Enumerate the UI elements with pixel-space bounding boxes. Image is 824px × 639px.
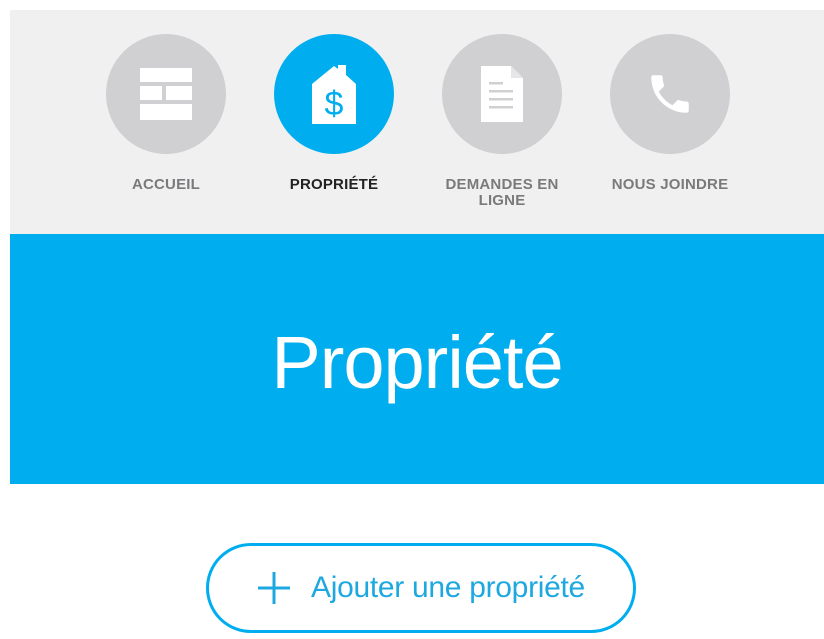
add-property-label: Ajouter une propriété xyxy=(311,571,585,604)
add-property-button[interactable]: Ajouter une propriété xyxy=(206,543,636,633)
phone-icon xyxy=(651,75,689,113)
nav-item-propriete[interactable]: $ PROPRIÉTÉ xyxy=(259,34,409,224)
nav-label-propriete: PROPRIÉTÉ xyxy=(289,176,379,193)
home-grid-icon xyxy=(140,68,192,120)
nav-circle-nous-joindre xyxy=(610,34,730,154)
nav-circle-propriete: $ xyxy=(274,34,394,154)
hero-banner: Propriété xyxy=(10,234,824,484)
document-icon xyxy=(481,66,523,122)
nav-label-demandes: DEMANDES EN LIGNE xyxy=(427,177,577,209)
nav-label-accueil: ACCUEIL xyxy=(131,176,201,193)
page: ACCUEIL $ PROPRIÉTÉ DEMANDES EN LIGNE NO… xyxy=(0,0,824,639)
nav-label-nous-joindre: NOUS JOINDRE xyxy=(611,176,729,193)
nav-item-accueil[interactable]: ACCUEIL xyxy=(91,34,241,224)
house-dollar-icon: $ xyxy=(312,65,356,124)
page-title: Propriété xyxy=(271,320,563,404)
plus-icon xyxy=(258,572,291,604)
nav-label-demandes-line2: LIGNE xyxy=(478,192,526,209)
nav-label-demandes-line1: DEMANDES EN xyxy=(445,176,559,193)
svg-text:$: $ xyxy=(325,85,344,123)
nav-circle-demandes xyxy=(442,34,562,154)
nav-item-nous-joindre[interactable]: NOUS JOINDRE xyxy=(595,34,745,224)
nav-item-demandes-en-ligne[interactable]: DEMANDES EN LIGNE xyxy=(427,34,577,224)
nav-circle-accueil xyxy=(106,34,226,154)
top-navigation: ACCUEIL $ PROPRIÉTÉ DEMANDES EN LIGNE NO… xyxy=(10,10,824,234)
